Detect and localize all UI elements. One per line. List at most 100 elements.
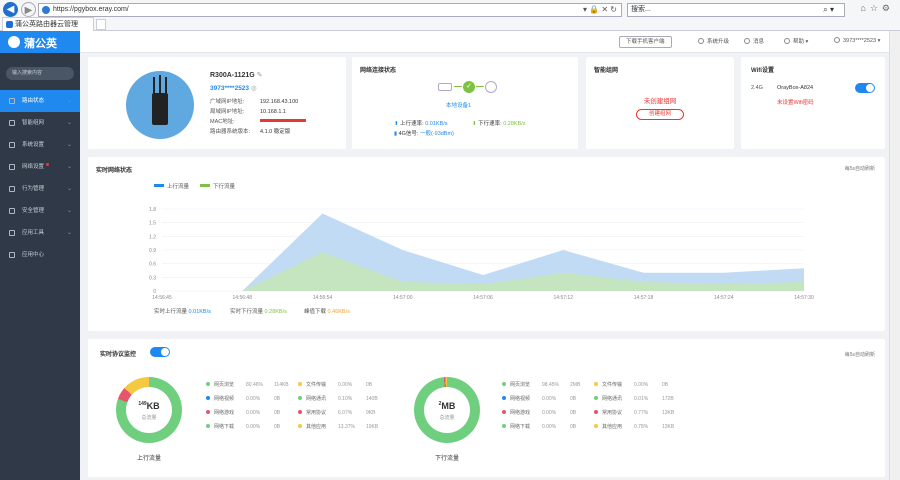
new-tab-button[interactable] (96, 19, 106, 30)
chevron-down-icon: ⌄ (66, 208, 72, 214)
protocol-name: 其他应用 (602, 424, 623, 430)
address-bar[interactable]: https://pgybox.eray.com/ ▾ 🔒 ✕ ↻ (38, 3, 622, 17)
protocol-name: 常用协议 (306, 410, 327, 416)
protocol-name: 文件传输 (306, 382, 327, 388)
account-menu[interactable]: 3973****2523 ▾ (834, 37, 880, 44)
internet-icon (485, 81, 497, 93)
wifi-band: 2.4G (751, 85, 763, 91)
download-client-button[interactable]: 下载手机客户端 (619, 36, 672, 48)
sidebar-item[interactable]: 网络设置 ⌄ (0, 156, 80, 178)
device-name: R300A-1121G ✎ (210, 72, 263, 79)
chevron-down-icon: ⌄ (66, 230, 72, 236)
x-tick-label: 14:56:54 (313, 295, 333, 301)
eye-icon[interactable]: ◎ (251, 85, 257, 92)
protocol-name: 常用协议 (602, 410, 623, 416)
x-tick-label: 14:57:24 (714, 295, 734, 301)
protocol-percent: 13.37% (338, 424, 355, 430)
tab-title: 蒲公英路由器云管理 (15, 21, 78, 28)
nav-icon (9, 120, 15, 126)
protocol-size: 0B (274, 410, 281, 416)
protocol-name: 网络通讯 (602, 396, 623, 402)
protocol-title: 实时协议监控 (100, 352, 137, 358)
network-card: 网络连接状态 ✓ 本地设备1 ⬆ 上行速率: 0.01KB/s ⬇ 下行速率: … (352, 57, 578, 149)
protocol-percent: 0.00% (246, 410, 261, 416)
sidebar-item[interactable]: 应用中心 (0, 244, 80, 266)
protocol-row: 网络通讯 0.10% 140B (298, 395, 388, 405)
logo-text: 蒲公英 (24, 38, 57, 50)
router-icon (152, 93, 168, 125)
protocol-percent: 0.00% (542, 424, 557, 430)
protocol-row: 文件传输 0.00% 0B (298, 381, 388, 391)
sidebar-search-input[interactable]: 输入搜索内容 (6, 67, 74, 80)
bell-icon (744, 38, 750, 44)
traffic-chart: 00.30.60.91.21.51.814:56:45 14:56:48 14:56… (149, 207, 814, 301)
x-tick-label: 14:57:12 (554, 295, 574, 301)
protocol-size: 13KB (662, 410, 675, 416)
y-tick-label: 1.5 (149, 221, 156, 227)
protocol-size: 19KB (366, 424, 379, 430)
device-account: 3973****2523 ◎ (210, 85, 257, 92)
message-label: 消息 (753, 39, 765, 45)
mesh-title: 智能组网 (594, 68, 619, 74)
legend-dot-icon (502, 424, 506, 428)
wifi-title: Wifi设置 (751, 68, 774, 74)
sidebar-item[interactable]: 系统设置 ⌄ (0, 134, 80, 156)
protocol-percent: 0.00% (338, 382, 353, 388)
sidebar-item[interactable]: 智能组网 ⌄ (0, 112, 80, 134)
address-text: https://pgybox.eray.com/ (53, 6, 129, 13)
forward-button[interactable]: ▶ (21, 2, 36, 17)
wifi-toggle[interactable] (855, 83, 875, 93)
address-controls-icon[interactable]: ▾ 🔒 ✕ ↻ (583, 4, 617, 16)
legend-dot-icon (206, 410, 210, 414)
protocol-toggle[interactable] (150, 347, 170, 357)
protocol-row: 网络下载 0.00% 0B (502, 423, 592, 433)
chevron-down-icon: ⌄ (66, 186, 72, 192)
create-mesh-button[interactable]: 创建组网 (636, 109, 684, 120)
sidebar-item[interactable]: 路由状态 ⌄ (0, 90, 80, 112)
up-rate: ⬆ 上行速率: 0.01KB/s (394, 121, 448, 127)
protocol-size: 172B (662, 396, 674, 402)
check-icon: ✓ (463, 81, 475, 93)
protocol-size: 140B (366, 396, 378, 402)
down-gauge-label: 下行流量 (434, 456, 459, 462)
x-tick-label: 14:57:00 (393, 295, 413, 301)
footer-down: 实时下行流量 0.28KB/s (230, 309, 287, 315)
browser-tools-icon[interactable]: ⌂☆⚙ (860, 3, 894, 14)
protocol-size: 0B (274, 424, 281, 430)
upgrade-link[interactable]: 系统升级 (698, 37, 729, 45)
protocol-percent: 0.77% (634, 410, 649, 416)
sidebar-item[interactable]: 应用工具 ⌄ (0, 222, 80, 244)
protocol-name: 网络游戏 (510, 410, 531, 416)
protocol-row: 常用协议 6.07% 9KB (298, 409, 388, 419)
message-link[interactable]: 消息 (744, 37, 764, 45)
search-icon[interactable]: ⌕ ▾ (823, 4, 834, 16)
x-tick-label: 14:57:06 (473, 295, 493, 301)
mesh-status: 未创建组网 (643, 98, 677, 105)
protocol-percent: 80.46% (246, 382, 263, 388)
down-gauge: 2MB 总流量 (414, 377, 480, 443)
topbar: 下载手机客户端 系统升级 消息 帮助 ▾ 3973****2523 ▾ (80, 31, 900, 53)
y-tick-label: 1.8 (149, 207, 156, 213)
browser-search[interactable]: 搜索... ⌕ ▾ (627, 3, 845, 17)
legend-dot-icon (298, 382, 302, 386)
search-placeholder: 搜索... (631, 6, 651, 13)
help-link[interactable]: 帮助 ▾ (784, 37, 808, 45)
sidebar-item[interactable]: 安全管理 ⌄ (0, 200, 80, 222)
series-area-down (162, 252, 804, 291)
sidebar-nav: 路由状态 ⌄ 智能组网 ⌄ 系统设置 ⌄ 网络设置 ⌄ 行为管理 ⌄ 安全管理 ⌄ 应用工具 ⌄ 应用中心 (0, 90, 80, 266)
edit-icon[interactable]: ✎ (257, 72, 263, 79)
sidebar-item[interactable]: 行为管理 ⌄ (0, 178, 80, 200)
page-scrollbar[interactable] (889, 31, 900, 480)
browser-tab[interactable]: 蒲公英路由器云管理 (2, 17, 94, 31)
up-gauge-label: 上行流量 (136, 456, 161, 462)
legend-dot-icon (206, 396, 210, 400)
nav-icon (9, 252, 15, 258)
back-button[interactable]: ◀ (3, 2, 18, 17)
legend-dot-icon (594, 396, 598, 400)
x-tick-label: 14:57:18 (634, 295, 654, 301)
y-tick-label: 0.3 (149, 275, 156, 281)
nav-label: 网络设置 (22, 164, 45, 170)
x-tick-label: 14:56:48 (233, 295, 253, 301)
legend-dot-icon (502, 382, 506, 386)
protocol-row: 网页浏览 98.45% 2MB (502, 381, 592, 391)
